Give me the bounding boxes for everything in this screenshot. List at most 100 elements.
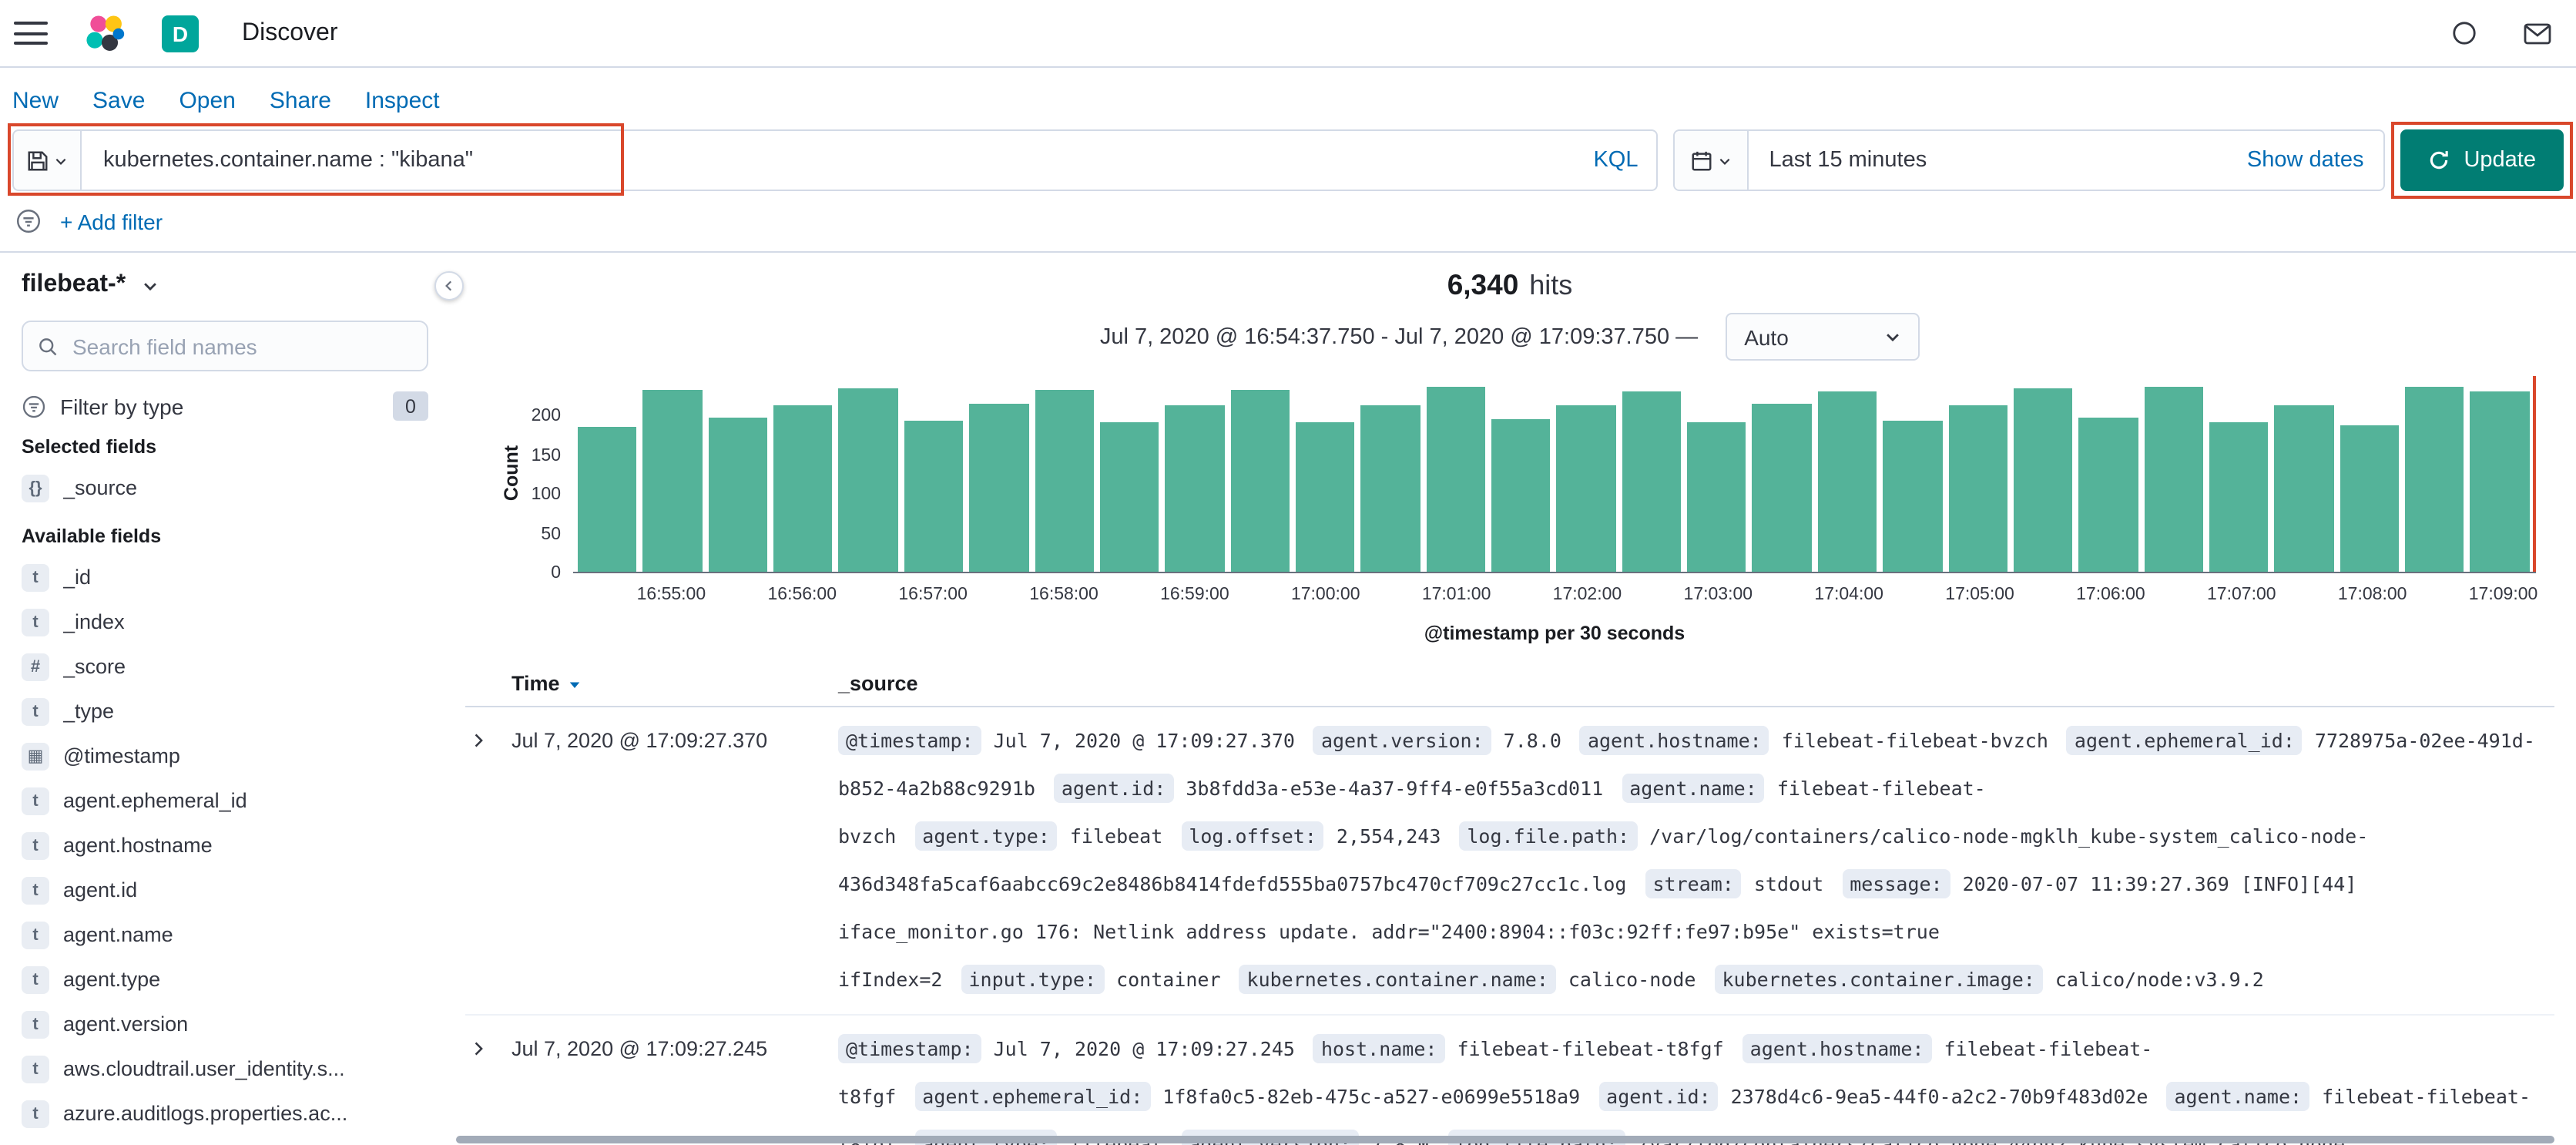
histogram-bar[interactable] [1295,422,1355,572]
menu-icon[interactable] [14,22,48,45]
nav-link-share[interactable]: Share [270,88,331,114]
histogram-bar[interactable] [1687,421,1746,572]
time-range-label[interactable]: Last 15 minutes [1749,148,1947,173]
histogram-bar[interactable] [2340,425,2400,572]
histogram-bar[interactable] [1817,391,1877,572]
expand-row-button[interactable] [465,717,512,757]
collapse-sidebar-button[interactable] [434,271,464,301]
query-input-box: KQL [80,129,1659,191]
field-value: Jul 7, 2020 @ 17:09:27.245 [993,1037,1295,1060]
field-key-chip: agent.type: [914,821,1058,851]
x-axis-label: 17:03:00 [1683,586,1753,604]
field-item[interactable]: t aws.cloudtrail.user_identity.s... [22,1046,428,1091]
save-query-button[interactable] [12,129,80,191]
histogram-bar[interactable] [904,421,964,572]
histogram-bar[interactable] [1491,419,1551,572]
field-item[interactable]: t _id [22,555,428,599]
histogram-bar[interactable] [969,404,1029,572]
newsfeed-icon[interactable] [2524,22,2551,44]
field-key-chip: kubernetes.container.name: [1239,965,1556,994]
date-picker-calendar-button[interactable] [1675,131,1749,190]
table-header: Time _source [465,663,2554,707]
field-item[interactable]: t _type [22,689,428,734]
interval-select[interactable]: Auto [1726,313,1920,361]
x-axis-label: 17:06:00 [2076,586,2145,604]
horizontal-scrollbar[interactable] [456,1136,2554,1143]
histogram-bar[interactable] [642,389,703,572]
update-button[interactable]: Update [2400,129,2564,191]
histogram-bar[interactable] [2209,421,2269,572]
field-key-chip: agent.hostname: [1579,726,1769,755]
source-field-icon: {} [22,474,49,502]
histogram-bar[interactable] [1622,391,1682,572]
histogram-bar[interactable] [838,388,898,572]
expand-row-button[interactable] [465,1025,512,1065]
field-name: agent.hostname [63,834,213,857]
histogram-bar[interactable] [2405,386,2464,572]
y-axis-label: 100 [531,485,561,505]
field-item[interactable]: t agent.ephemeral_id [22,778,428,823]
selected-fields-list: {} _source [22,465,428,510]
sort-descending-icon [570,681,580,687]
query-input[interactable] [100,146,1581,174]
field-key-chip: agent.ephemeral_id: [2066,726,2303,755]
field-item[interactable]: t agent.type [22,957,428,1002]
field-value: container [1116,968,1221,991]
histogram-bar[interactable] [1556,405,1616,572]
field-item[interactable]: t agent.id [22,868,428,912]
histogram-bar[interactable] [1948,405,2007,572]
x-axis-label: 17:00:00 [1290,586,1360,604]
histogram-bar[interactable] [1426,387,1486,572]
add-filter-button[interactable]: + Add filter [60,209,163,233]
histogram-bar[interactable] [2144,387,2203,572]
field-search-input[interactable] [69,332,413,360]
histogram-bar[interactable] [1883,420,1943,572]
field-name: agent.type [63,968,161,991]
nav-link-inspect[interactable]: Inspect [365,88,440,114]
filter-by-type-button[interactable]: Filter by type 0 [22,391,428,421]
chevron-right-icon [475,1042,483,1056]
index-pattern-selector[interactable]: filebeat-* [22,271,428,299]
histogram-bar[interactable] [2013,388,2073,572]
histogram-plot: 0 50 100 150 200 [532,376,2536,583]
nav-link-open[interactable]: Open [179,88,235,114]
histogram-bar[interactable] [773,405,833,572]
query-language-button[interactable]: KQL [1593,148,1638,173]
calendar-icon [1692,150,1712,170]
space-avatar[interactable]: D [162,15,199,52]
discover-main: 6,340 hits Jul 7, 2020 @ 16:54:37.750 - … [450,253,2576,1145]
histogram-bar[interactable] [2470,391,2530,572]
elastic-logo[interactable] [85,13,125,53]
x-axis-label: 17:09:00 [2468,586,2538,604]
histogram-bar[interactable] [578,427,637,572]
histogram-bar[interactable] [1035,390,1094,572]
histogram-bar[interactable] [2078,417,2138,572]
field-item[interactable]: {} _source [22,465,428,510]
field-item[interactable]: t agent.version [22,1002,428,1046]
x-axis-label: 17:04:00 [1814,586,1883,604]
field-item[interactable]: t _index [22,599,428,644]
histogram-bar[interactable] [1230,389,1290,572]
histogram-bar[interactable] [708,418,768,572]
histogram-bar[interactable] [1752,403,1812,572]
histogram-bar[interactable] [2274,405,2334,572]
field-item[interactable]: t agent.name [22,912,428,957]
field-item[interactable]: # _score [22,644,428,689]
nav-link-save[interactable]: Save [92,88,145,114]
field-key-chip: input.type: [961,965,1105,994]
help-icon[interactable] [2451,20,2477,46]
t-field-icon: t [22,876,49,904]
field-key-chip: agent.version: [1313,726,1491,755]
nav-link-new[interactable]: New [12,88,59,114]
field-item[interactable]: ▦ @timestamp [22,734,428,778]
histogram-bar[interactable] [1165,405,1225,572]
top-nav: New Save Open Share Inspect [0,68,2576,123]
field-key-chip: host.name: [1313,1034,1445,1063]
filter-icon[interactable] [15,208,42,234]
histogram-bar[interactable] [1099,421,1159,572]
time-column-header[interactable]: Time [512,672,838,695]
histogram-bar[interactable] [1360,405,1420,572]
field-item[interactable]: t azure.auditlogs.properties.ac... [22,1091,428,1136]
field-item[interactable]: t agent.hostname [22,823,428,868]
show-dates-button[interactable]: Show dates [2247,148,2384,173]
